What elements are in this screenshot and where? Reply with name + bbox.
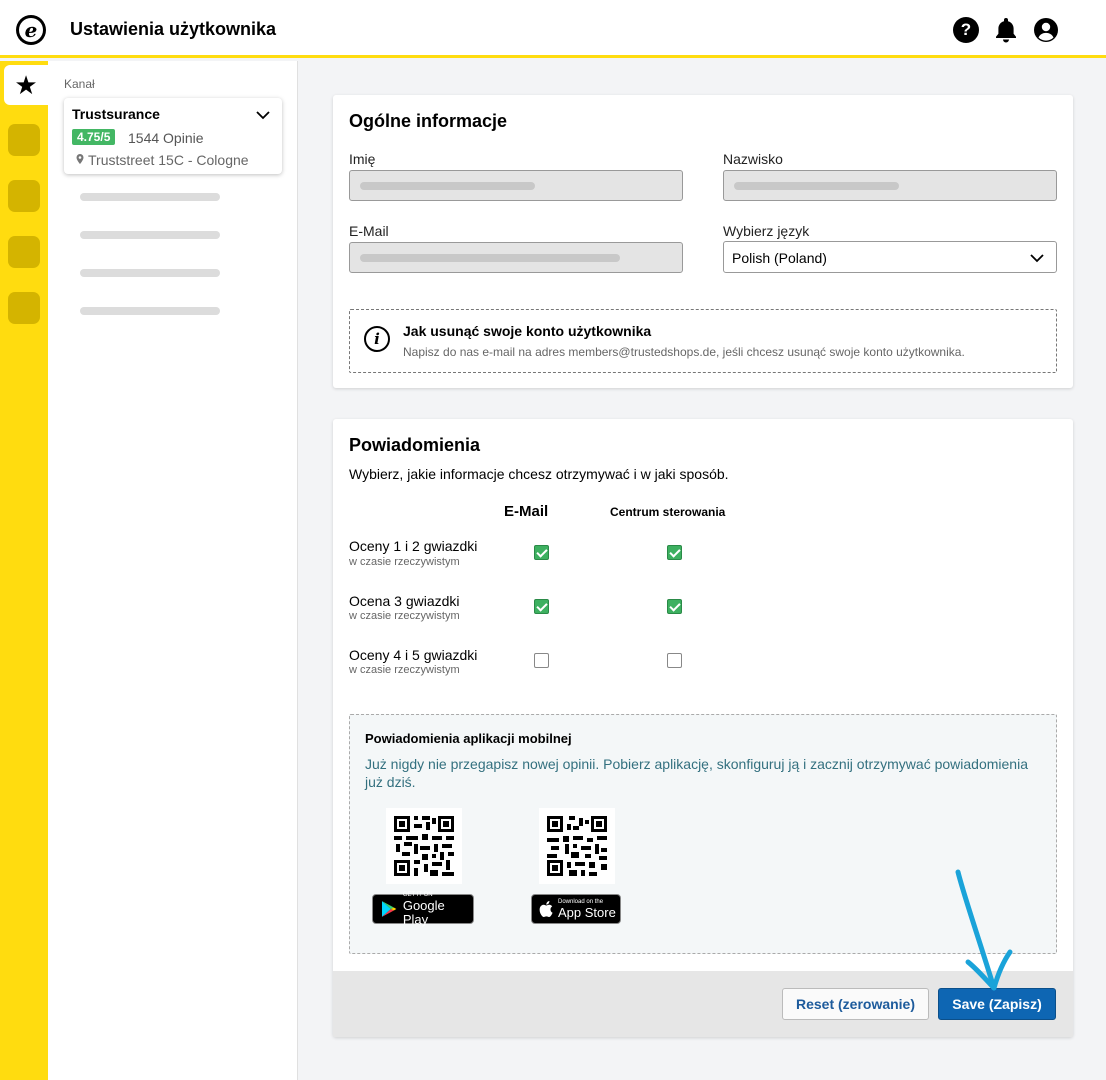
email-field[interactable] — [349, 242, 683, 273]
general-info-title: Ogólne informacje — [349, 111, 508, 131]
checkbox-4-5-stars-email[interactable] — [534, 653, 549, 668]
top-header: e Ustawienia użytkownika ? — [0, 0, 1106, 58]
channel-selector[interactable]: Trustsurance 4.75/5 1544 Opinie Truststr… — [64, 98, 282, 174]
email-label: E-Mail — [349, 223, 389, 239]
user-avatar-icon[interactable] — [1033, 17, 1059, 43]
channel-sidebar: Kanał Trustsurance 4.75/5 1544 Opinie Tr… — [48, 61, 298, 1080]
language-select[interactable]: Polish (Poland) — [723, 241, 1057, 273]
info-title: Jak usunąć swoje konto użytkownika — [403, 323, 652, 339]
nav-item-placeholder[interactable] — [8, 292, 40, 324]
loading-placeholder — [80, 269, 220, 277]
google-play-icon — [381, 901, 397, 917]
language-value: Polish (Poland) — [732, 250, 827, 266]
language-label: Wybierz język — [723, 223, 810, 239]
checkbox-1-2-stars-email[interactable] — [534, 545, 549, 560]
column-header-dashboard: Centrum sterowania — [610, 505, 726, 519]
row-3-stars-title: Ocena 3 gwiazdki — [349, 593, 460, 609]
delete-account-info: i Jak usunąć swoje konto użytkownika Nap… — [349, 309, 1057, 373]
chevron-down-icon — [1030, 254, 1044, 263]
chevron-down-icon — [256, 111, 270, 120]
row-1-2-stars-title: Oceny 1 i 2 gwiazdki — [349, 538, 478, 554]
google-play-qr-code — [386, 808, 462, 884]
main-nav-rail: ★ — [0, 61, 48, 1080]
channel-label: Kanał — [64, 77, 95, 91]
redacted-value — [734, 182, 899, 190]
trusted-shops-logo[interactable]: e — [16, 15, 46, 45]
google-play-button[interactable]: GET IT ON Google Play — [372, 891, 474, 927]
apple-icon — [539, 901, 553, 917]
general-info-card: Ogólne informacje Imię Nazwisko E-Mail W… — [333, 95, 1073, 388]
first-name-field[interactable] — [349, 170, 683, 201]
help-icon[interactable]: ? — [953, 17, 979, 43]
page-title: Ustawienia użytkownika — [70, 19, 277, 39]
reset-button[interactable]: Reset (zerowanie) — [782, 988, 929, 1020]
column-header-email: E-Mail — [504, 503, 549, 520]
redacted-value — [360, 182, 535, 190]
info-text: Napisz do nas e-mail na adres members@tr… — [403, 345, 965, 359]
checkbox-4-5-stars-dashboard[interactable] — [667, 653, 682, 668]
checkbox-3-stars-email[interactable] — [534, 599, 549, 614]
row-4-5-stars-title: Oceny 4 i 5 gwiazdki — [349, 647, 478, 663]
channel-name: Trustsurance — [72, 106, 160, 122]
nav-item-placeholder[interactable] — [8, 236, 40, 268]
rating-badge: 4.75/5 — [72, 129, 116, 145]
row-3-stars-sub: w czasie rzeczywistym — [349, 610, 460, 622]
review-count: 1544 Opinie — [128, 130, 204, 146]
google-play-text: GET IT ON Google Play — [402, 891, 445, 927]
channel-address: Truststreet 15C - Cologne — [88, 152, 249, 168]
notifications-subtitle: Wybierz, jakie informacje chcesz otrzymy… — [349, 466, 729, 482]
app-store-button[interactable]: Download on the App Store — [531, 894, 621, 924]
annotation-arrow-icon — [955, 869, 1013, 991]
mobile-app-text: Już nigdy nie przegapisz nowej opinii. P… — [365, 756, 1028, 790]
mobile-app-title: Powiadomienia aplikacji mobilnej — [365, 731, 572, 746]
loading-placeholder — [80, 231, 220, 239]
row-1-2-stars-sub: w czasie rzeczywistym — [349, 556, 460, 568]
checkbox-1-2-stars-dashboard[interactable] — [667, 545, 682, 560]
last-name-field[interactable] — [723, 170, 1057, 201]
first-name-label: Imię — [349, 151, 376, 167]
last-name-label: Nazwisko — [723, 151, 783, 167]
loading-placeholder — [80, 193, 220, 201]
star-icon[interactable]: ★ — [4, 65, 48, 105]
app-store-qr-code — [539, 808, 615, 884]
bell-icon[interactable] — [993, 17, 1019, 43]
row-4-5-stars-sub: w czasie rzeczywistym — [349, 664, 460, 676]
redacted-value — [360, 254, 620, 262]
loading-placeholder — [80, 307, 220, 315]
notifications-title: Powiadomienia — [349, 435, 481, 455]
checkbox-3-stars-dashboard[interactable] — [667, 599, 682, 614]
nav-item-placeholder[interactable] — [8, 124, 40, 156]
nav-item-placeholder[interactable] — [8, 180, 40, 212]
location-pin-icon — [76, 154, 84, 164]
info-icon: i — [364, 326, 390, 352]
app-store-text: Download on the App Store — [558, 898, 616, 920]
